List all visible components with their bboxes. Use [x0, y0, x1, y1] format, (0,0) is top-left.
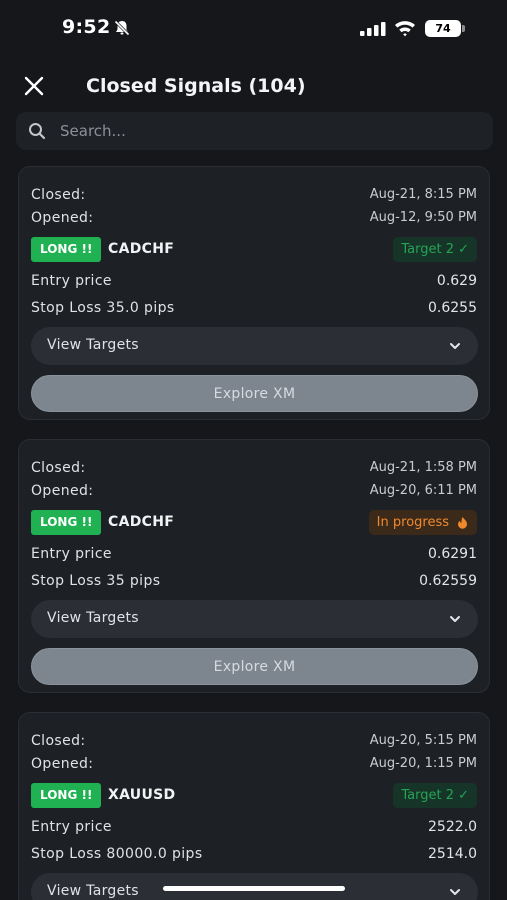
page-title: Closed Signals (104): [86, 75, 306, 97]
battery-indicator: 74: [425, 20, 461, 37]
progress-flame-icon: [458, 517, 467, 529]
chevron-down-icon: [450, 343, 460, 349]
wifi-icon: [395, 21, 415, 37]
opened-row: Opened: Aug-20, 1:15 PM: [31, 756, 477, 772]
opened-label: Opened:: [31, 210, 94, 226]
closed-time: Aug-20, 5:15 PM: [369, 733, 477, 748]
currency-pair: CADCHF: [108, 514, 175, 530]
closed-label: Closed:: [31, 733, 86, 749]
closed-row: Closed: Aug-20, 5:15 PM: [31, 733, 477, 749]
view-targets-label: View Targets: [47, 610, 139, 626]
status-badge: In progress: [368, 510, 477, 535]
direction-badge: LONG !!: [31, 783, 102, 808]
opened-time: Aug-12, 9:50 PM: [369, 210, 477, 225]
stop-loss-value: 2514.0: [428, 846, 477, 862]
entry-price-row: Entry price 0.629: [31, 273, 477, 289]
closed-row: Closed: Aug-21, 8:15 PM: [31, 187, 477, 203]
search-bar[interactable]: [16, 112, 493, 150]
close-icon[interactable]: [22, 74, 46, 98]
direction-badge: LONG !!: [31, 510, 102, 535]
closed-time: Aug-21, 8:15 PM: [369, 187, 477, 202]
view-targets-dropdown[interactable]: View Targets: [31, 327, 478, 365]
explore-xm-button[interactable]: Explore XM: [31, 648, 478, 685]
stop-loss-label: Stop Loss 35 pips: [31, 573, 161, 589]
stop-loss-label: Stop Loss 35.0 pips: [31, 300, 175, 316]
view-targets-dropdown[interactable]: View Targets: [31, 600, 478, 638]
currency-pair: CADCHF: [108, 241, 175, 257]
entry-price-label: Entry price: [31, 546, 112, 562]
opened-time: Aug-20, 1:15 PM: [369, 756, 477, 771]
entry-price-row: Entry price 2522.0: [31, 819, 477, 835]
view-targets-label: View Targets: [47, 883, 139, 899]
entry-price-value: 0.6291: [428, 546, 477, 562]
chevron-down-icon: [450, 889, 460, 895]
closed-row: Closed: Aug-21, 1:58 PM: [31, 460, 477, 476]
status-time: 9:52: [62, 16, 111, 38]
closed-time: Aug-21, 1:58 PM: [369, 460, 477, 475]
stop-loss-value: 0.62559: [419, 573, 477, 589]
signal-card: Closed: Aug-21, 1:58 PM Opened: Aug-20, …: [18, 439, 490, 693]
home-indicator[interactable]: [163, 886, 345, 891]
currency-pair: XAUUSD: [108, 787, 176, 803]
status-label: In progress: [376, 515, 449, 530]
status-bar: 9:52 74: [0, 0, 507, 60]
explore-xm-button[interactable]: Explore XM: [31, 375, 478, 412]
signal-card: Closed: Aug-20, 5:15 PM Opened: Aug-20, …: [18, 712, 490, 900]
opened-row: Opened: Aug-20, 6:11 PM: [31, 483, 477, 499]
closed-label: Closed:: [31, 187, 86, 203]
entry-price-label: Entry price: [31, 273, 112, 289]
cellular-signal-icon: [360, 22, 386, 36]
view-targets-label: View Targets: [47, 337, 139, 353]
stop-loss-label: Stop Loss 80000.0 pips: [31, 846, 203, 862]
entry-price-label: Entry price: [31, 819, 112, 835]
stop-loss-row: Stop Loss 35.0 pips 0.6255: [31, 300, 477, 316]
chevron-down-icon: [450, 616, 460, 622]
closed-label: Closed:: [31, 460, 86, 476]
opened-time: Aug-20, 6:11 PM: [369, 483, 477, 498]
stop-loss-row: Stop Loss 80000.0 pips 2514.0: [31, 846, 477, 862]
direction-badge: LONG !!: [31, 237, 102, 262]
stop-loss-row: Stop Loss 35 pips 0.62559: [31, 573, 477, 589]
status-badge: Target 2 ✓: [393, 237, 477, 262]
bell-muted-icon: [114, 20, 130, 36]
battery-nub: [462, 25, 465, 32]
entry-price-value: 2522.0: [428, 819, 477, 835]
opened-label: Opened:: [31, 756, 94, 772]
search-icon: [29, 123, 46, 140]
signal-card: Closed: Aug-21, 8:15 PM Opened: Aug-12, …: [18, 166, 490, 420]
search-input[interactable]: [60, 112, 480, 150]
opened-label: Opened:: [31, 483, 94, 499]
entry-price-row: Entry price 0.6291: [31, 546, 477, 562]
stop-loss-value: 0.6255: [428, 300, 477, 316]
opened-row: Opened: Aug-12, 9:50 PM: [31, 210, 477, 226]
status-badge: Target 2 ✓: [393, 783, 477, 808]
entry-price-value: 0.629: [436, 273, 477, 289]
